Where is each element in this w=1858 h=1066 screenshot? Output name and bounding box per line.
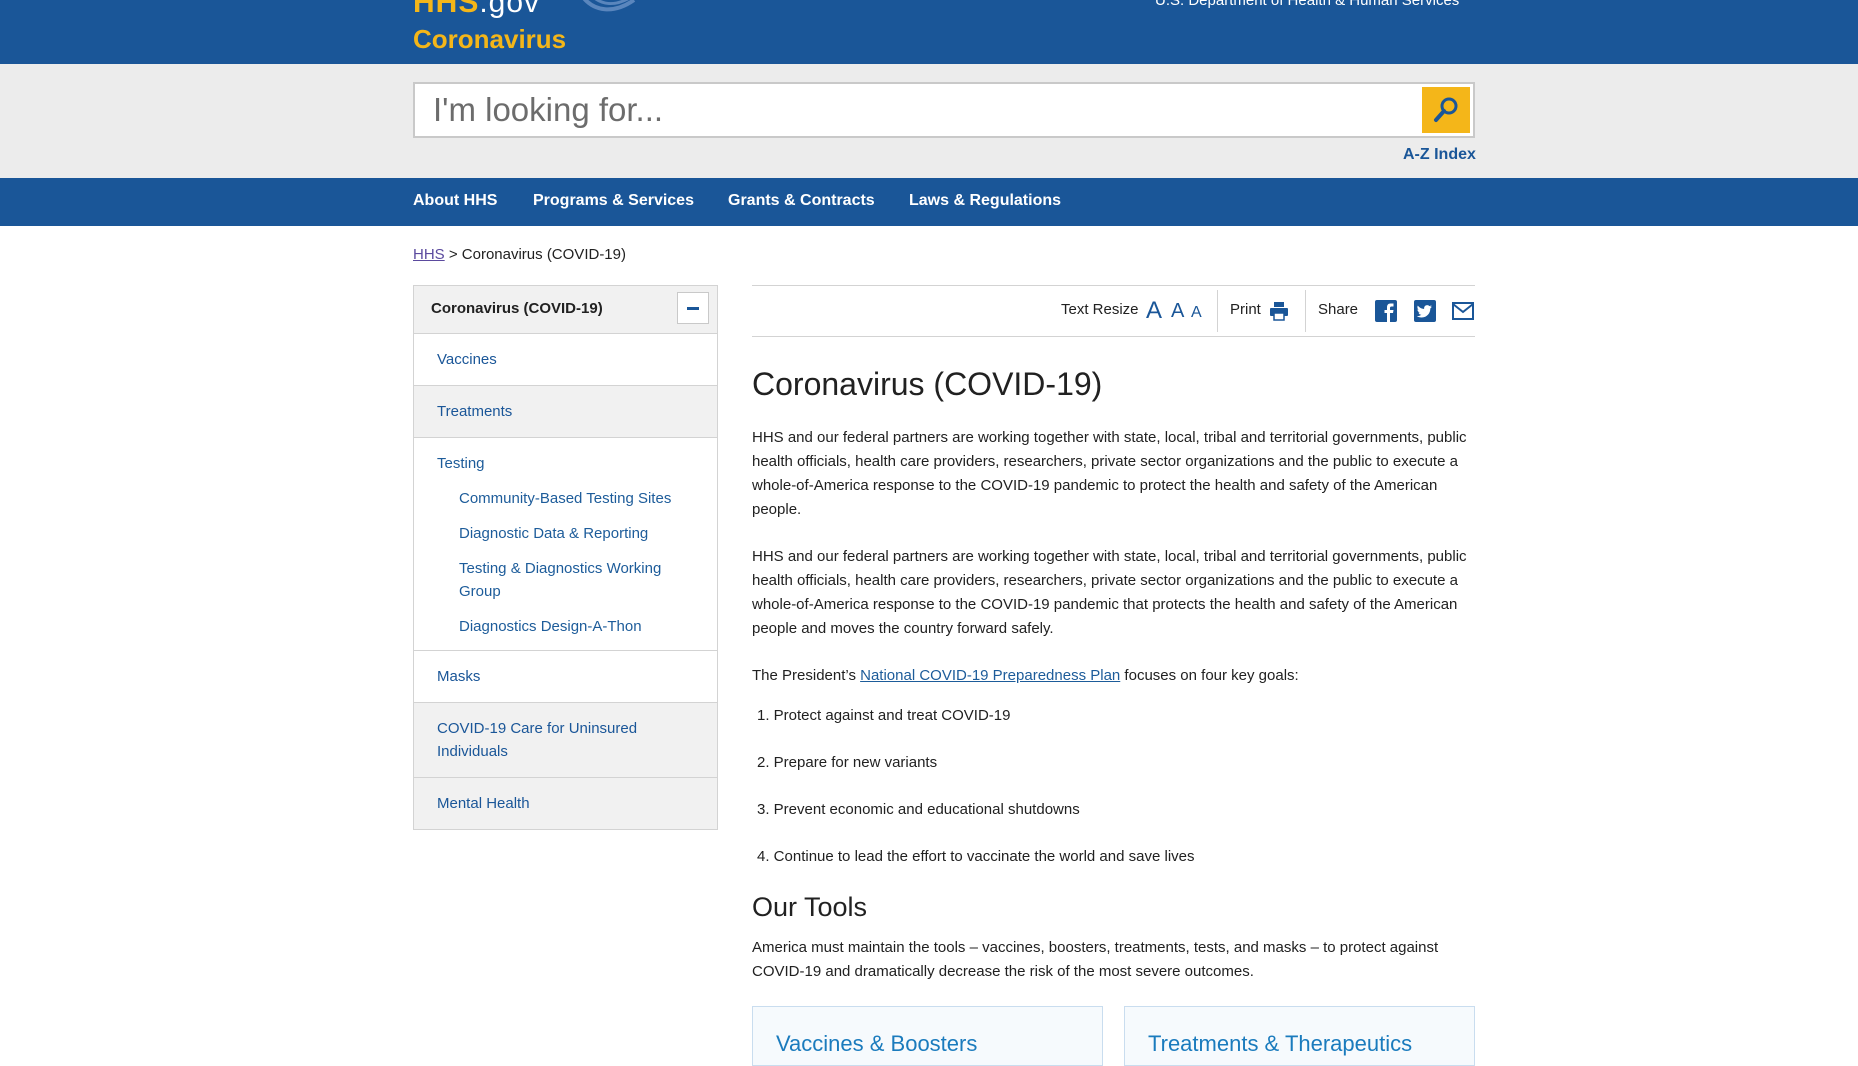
search-input[interactable] xyxy=(433,90,1393,130)
department-name[interactable]: U.S. Department of Health & Human Servic… xyxy=(1155,0,1459,9)
sidebar-subitem-diagnostic-data[interactable]: Diagnostic Data & Reporting xyxy=(459,522,694,545)
text-resize-large[interactable]: A xyxy=(1146,297,1162,325)
logo-suffix: .gov xyxy=(479,0,541,19)
main-content: Coronavirus (COVID-19) HHS and our feder… xyxy=(752,362,1477,984)
printer-icon[interactable] xyxy=(1268,300,1290,322)
minus-icon xyxy=(687,306,699,310)
card-title: Treatments & Therapeutics xyxy=(1148,1031,1413,1056)
list-item: 2. Prepare for new variants xyxy=(757,754,938,771)
breadcrumb-separator: > xyxy=(448,246,458,263)
page-title: Coronavirus (COVID-19) xyxy=(752,366,1103,402)
logo-text: HHS xyxy=(413,0,480,19)
nav-item-programs-services[interactable]: Programs & Services xyxy=(533,192,694,210)
sidebar-item-testing[interactable]: Testing xyxy=(437,452,694,475)
plan-paragraph: The President’s National COVID-19 Prepar… xyxy=(752,664,1477,688)
sidebar-item-uninsured-care[interactable]: COVID-19 Care for Uninsured Individuals xyxy=(414,703,717,778)
card-vaccines-boosters[interactable]: Vaccines & Boosters xyxy=(752,1006,1103,1066)
intro-paragraph-1: HHS and our federal partners are working… xyxy=(752,429,1467,518)
facebook-icon[interactable] xyxy=(1375,300,1397,322)
nav-item-laws-regulations[interactable]: Laws & Regulations xyxy=(909,192,1061,210)
sidebar-heading-label[interactable]: Coronavirus (COVID-19) xyxy=(431,300,603,317)
print-link[interactable]: Print xyxy=(1230,301,1261,318)
preparedness-plan-link[interactable]: National COVID-19 Preparedness Plan xyxy=(860,667,1120,684)
eagle-icon xyxy=(582,0,636,12)
goals-list: 1. Protect against and treat COVID-19 2.… xyxy=(752,704,1477,869)
intro-paragraph-2: HHS and our federal partners are working… xyxy=(752,548,1467,637)
sidebar-item-mental-health[interactable]: Mental Health xyxy=(414,778,717,829)
sidebar-subitem-community-testing[interactable]: Community-Based Testing Sites xyxy=(459,487,694,510)
sidebar-item-masks[interactable]: Masks xyxy=(414,651,717,703)
sidebar-item-testing-group: Testing Community-Based Testing Sites Di… xyxy=(414,438,717,651)
plan-prefix: The President’s xyxy=(752,667,861,684)
breadcrumb-home[interactable]: HHS xyxy=(413,246,445,263)
share-label: Share xyxy=(1318,301,1359,318)
list-item: 3. Prevent economic and educational shut… xyxy=(757,801,1080,818)
breadcrumb-current: Coronavirus (COVID-19) xyxy=(461,246,626,263)
text-resize-medium[interactable]: A xyxy=(1171,300,1184,323)
search-box xyxy=(413,82,1475,138)
email-icon[interactable] xyxy=(1452,302,1474,320)
text-resize-label: Text Resize xyxy=(1061,301,1139,318)
site-title[interactable]: Coronavirus xyxy=(413,24,566,55)
breadcrumb: HHS > Coronavirus (COVID-19) xyxy=(413,246,626,263)
search-button[interactable] xyxy=(1422,87,1470,133)
nav-item-grants-contracts[interactable]: Grants & Contracts xyxy=(728,192,875,210)
nav-item-about-hhs[interactable]: About HHS xyxy=(413,192,497,210)
toolbar-divider xyxy=(1217,290,1218,332)
search-icon xyxy=(1434,97,1458,122)
text-resize-small[interactable]: A xyxy=(1191,304,1202,322)
list-item: 4. Continue to lead the effort to vaccin… xyxy=(757,848,1195,865)
sidebar-subitem-design-a-thon[interactable]: Diagnostics Design-A-Thon xyxy=(459,615,694,638)
page-toolbar: Text Resize A A A Print Share xyxy=(752,285,1475,337)
hhs-logo[interactable]: HHS.gov xyxy=(413,0,540,20)
sidebar-heading: Coronavirus (COVID-19) xyxy=(414,286,717,334)
sidebar-collapse-button[interactable] xyxy=(677,292,709,324)
sidebar-nav: Coronavirus (COVID-19) Vaccines Treatmen… xyxy=(413,285,718,830)
card-treatments-therapeutics[interactable]: Treatments & Therapeutics xyxy=(1124,1006,1475,1066)
sidebar-item-vaccines[interactable]: Vaccines xyxy=(414,334,717,386)
tools-paragraph: America must maintain the tools – vaccin… xyxy=(752,939,1439,980)
card-title: Vaccines & Boosters xyxy=(776,1031,978,1056)
main-nav: About HHS Programs & Services Grants & C… xyxy=(0,178,1858,226)
plan-suffix: focuses on four key goals: xyxy=(1120,667,1299,684)
toolbar-divider xyxy=(1305,290,1306,332)
site-header: HHS.gov Coronavirus U.S. Department of H… xyxy=(0,0,1858,64)
section-title-our-tools: Our Tools xyxy=(752,892,868,922)
sidebar-subitem-testing-working-group[interactable]: Testing & Diagnostics Working Group xyxy=(459,557,689,603)
list-item: 1. Protect against and treat COVID-19 xyxy=(757,707,1011,724)
twitter-icon[interactable] xyxy=(1414,300,1436,322)
sidebar-item-treatments[interactable]: Treatments xyxy=(414,386,717,438)
az-index-link[interactable]: A-Z Index xyxy=(1403,146,1476,164)
